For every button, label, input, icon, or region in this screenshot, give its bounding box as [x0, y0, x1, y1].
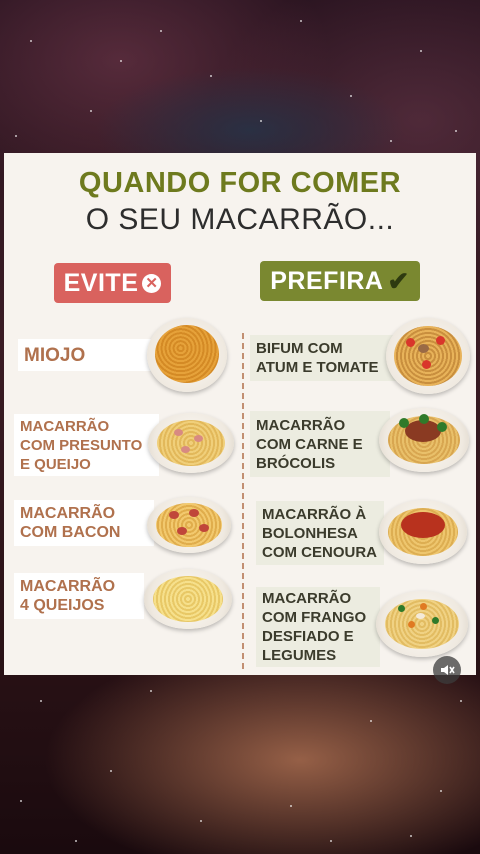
- 4-queijos-plate-image: [144, 569, 232, 629]
- prefira-item-bifum-atum: BIFUM COM ATUM E TOMATE: [250, 335, 400, 381]
- evite-item-label: MACARRÃO 4 QUEIJOS: [20, 578, 116, 614]
- frango-legumes-plate-image: [376, 591, 468, 657]
- prefira-badge: PREFIRA ✔: [260, 261, 420, 301]
- evite-label: EVITE: [63, 268, 139, 297]
- evite-item-miojo: MIOJO: [18, 339, 168, 371]
- prefira-item-bolonhesa-cenoura: MACARRÃO À BOLONHESA COM CENOURA: [256, 501, 384, 565]
- evite-badge: EVITE ✕: [54, 263, 171, 303]
- prefira-item-label: MACARRÃO COM FRANGO DESFIADO E LEGUMES: [262, 590, 367, 664]
- title-line-2: O SEU MACARRÃO...: [85, 203, 395, 236]
- muted-sound-icon[interactable]: [433, 656, 461, 684]
- evite-item-presunto-queijo: MACARRÃO COM PRESUNTO E QUEIJO: [14, 414, 159, 476]
- carne-brocolis-plate-image: [379, 408, 469, 472]
- evite-item-4-queijos: MACARRÃO 4 QUEIJOS: [14, 573, 144, 619]
- bifum-atum-plate-image: [386, 318, 470, 394]
- bacon-plate-image: [147, 497, 231, 553]
- x-circle-icon: ✕: [142, 273, 162, 293]
- prefira-item-carne-brocolis: MACARRÃO COM CARNE E BRÓCOLIS: [250, 411, 390, 477]
- check-icon: ✔: [387, 266, 410, 296]
- title-line-1: QUANDO FOR COMER: [78, 167, 402, 199]
- presunto-queijo-plate-image: [148, 413, 234, 473]
- column-divider: [242, 333, 244, 669]
- evite-item-bacon: MACARRÃO COM BACON: [14, 500, 154, 546]
- infographic-card: QUANDO FOR COMER O SEU MACARRÃO... EVITE…: [4, 153, 476, 675]
- evite-item-label: MIOJO: [24, 344, 86, 366]
- miojo-plate-image: [147, 318, 227, 392]
- prefira-item-label: MACARRÃO À BOLONHESA COM CENOURA: [262, 505, 377, 561]
- bolonhesa-plate-image: [379, 500, 467, 564]
- prefira-item-label: BIFUM COM ATUM E TOMATE: [256, 340, 379, 376]
- prefira-item-frango-legumes: MACARRÃO COM FRANGO DESFIADO E LEGUMES: [256, 587, 380, 667]
- evite-item-label: MACARRÃO COM PRESUNTO E QUEIJO: [20, 417, 143, 473]
- evite-item-label: MACARRÃO COM BACON: [20, 505, 121, 541]
- prefira-label: PREFIRA: [270, 266, 384, 295]
- prefira-item-label: MACARRÃO COM CARNE E BRÓCOLIS: [256, 416, 363, 472]
